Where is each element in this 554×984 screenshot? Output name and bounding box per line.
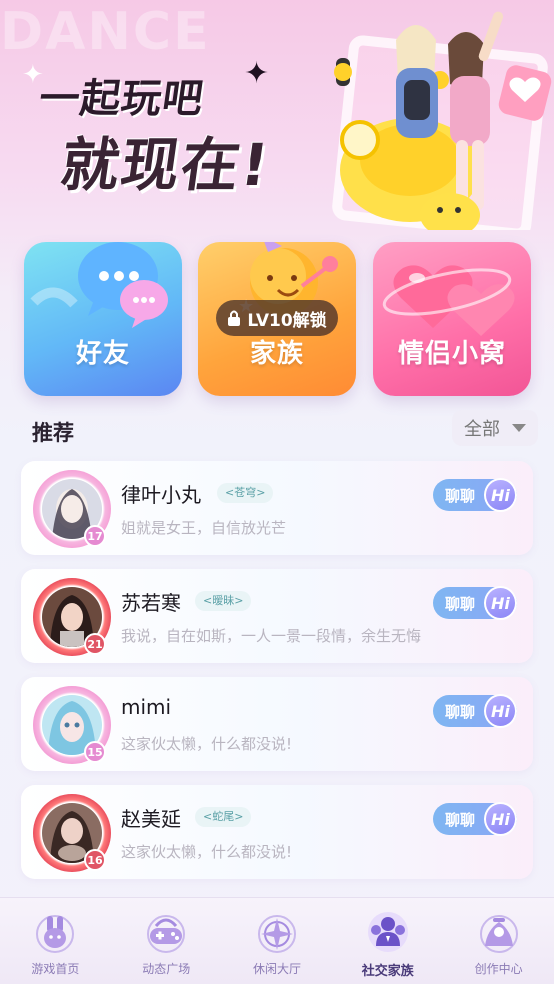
nav-label: 游戏首页: [31, 962, 80, 976]
hero-banner[interactable]: DANCE ✦ ✦ 一起玩吧 就现在!: [0, 0, 554, 230]
nav-leisure-hall[interactable]: 休闲大厅: [222, 898, 333, 984]
people-icon: [367, 912, 408, 952]
friend-name: 律叶小丸: [121, 483, 201, 507]
nav-label: 创作中心: [474, 962, 523, 976]
filter-label: 全部: [464, 419, 500, 440]
avatar[interactable]: 21: [33, 578, 111, 656]
chat-button[interactable]: 聊聊 Hi: [433, 694, 517, 728]
clan-label: 家族: [249, 339, 304, 369]
hero-characters-image: [334, 11, 552, 230]
friend-tag: <苍穹>: [217, 483, 274, 503]
chevron-down-icon: [512, 424, 526, 432]
gamepad-icon: [147, 915, 186, 953]
chat-button[interactable]: 聊聊 Hi: [433, 586, 517, 620]
avatar[interactable]: 16: [33, 794, 111, 872]
nav-label: 社交家族: [361, 964, 414, 979]
friend-row[interactable]: 15 mimi 这家伙太懒，什么都没说! 聊聊 Hi: [21, 677, 533, 771]
friends-label: 好友: [75, 339, 130, 369]
friend-signature: 这家伙太懒，什么都没说!: [121, 735, 293, 753]
friend-signature: 这家伙太懒，什么都没说!: [121, 843, 293, 861]
banner-subtitle: 就现在!: [56, 131, 275, 199]
social-page: DANCE ✦ ✦ 一起玩吧 就现在! 好友 家族 LV10解锁 情侣小窝 推荐…: [0, 0, 554, 984]
friend-name: 赵美延: [121, 807, 181, 831]
banner-title: 一起玩吧: [36, 76, 207, 122]
sparkle-icon: ✦: [244, 56, 270, 91]
bunny-icon: [36, 915, 75, 953]
lock-icon: [228, 310, 241, 326]
friend-tag: <蛇尾>: [195, 807, 252, 827]
unlock-text: LV10解锁: [247, 310, 327, 331]
bottom-nav: 游戏首页 动态广场 休闲大厅 社交家族 创作中心: [0, 897, 554, 984]
nav-social-clan[interactable]: 社交家族: [332, 898, 443, 984]
friend-signature: 姐就是女王，自信放光芒: [121, 519, 287, 537]
recommend-title: 推荐: [32, 421, 74, 445]
hi-icon: Hi: [483, 586, 517, 620]
level-badge: 17: [84, 525, 106, 547]
couple-nest-card[interactable]: 情侣小窝: [373, 242, 531, 396]
chat-button-label: 聊聊: [445, 810, 476, 829]
unlock-requirement-badge: LV10解锁: [216, 300, 338, 336]
friends-card[interactable]: 好友: [24, 242, 182, 396]
hi-icon: Hi: [483, 802, 517, 836]
level-badge: 21: [84, 633, 106, 655]
nav-feed-square[interactable]: 动态广场: [111, 898, 222, 984]
friend-tag: <暧昧>: [195, 591, 252, 611]
level-badge: 15: [84, 741, 106, 763]
chat-button[interactable]: 聊聊 Hi: [433, 478, 517, 512]
chat-button[interactable]: 聊聊 Hi: [433, 802, 517, 836]
couple-nest-label: 情侣小窝: [397, 339, 506, 369]
hi-icon: Hi: [483, 478, 517, 512]
compass-star-icon: [257, 915, 296, 953]
hi-icon: Hi: [483, 694, 517, 728]
nav-game-home[interactable]: 游戏首页: [0, 898, 111, 984]
friend-row[interactable]: 17 律叶小丸 <苍穹> 姐就是女王，自信放光芒 聊聊 Hi: [21, 461, 533, 555]
avatar[interactable]: 15: [33, 686, 111, 764]
friend-row[interactable]: 21 苏若寒 <暧昧> 我说，自在如斯，一人一景一段情，余生无悔 聊聊 Hi: [21, 569, 533, 663]
nav-label: 动态广场: [142, 962, 191, 976]
level-badge: 16: [84, 849, 106, 871]
nav-label: 休闲大厅: [252, 962, 301, 976]
chat-button-label: 聊聊: [445, 486, 476, 505]
creator-icon: [479, 915, 518, 953]
chat-button-label: 聊聊: [445, 594, 476, 613]
friend-row[interactable]: 16 赵美延 <蛇尾> 这家伙太懒，什么都没说! 聊聊 Hi: [21, 785, 533, 879]
nav-creator-center[interactable]: 创作中心: [443, 898, 554, 984]
avatar[interactable]: 17: [33, 470, 111, 548]
filter-dropdown[interactable]: 全部: [452, 410, 538, 446]
chat-button-label: 聊聊: [445, 702, 476, 721]
friend-name: mimi: [121, 695, 172, 719]
friend-name: 苏若寒: [121, 591, 181, 615]
friend-signature: 我说，自在如斯，一人一景一段情，余生无悔: [121, 627, 422, 645]
